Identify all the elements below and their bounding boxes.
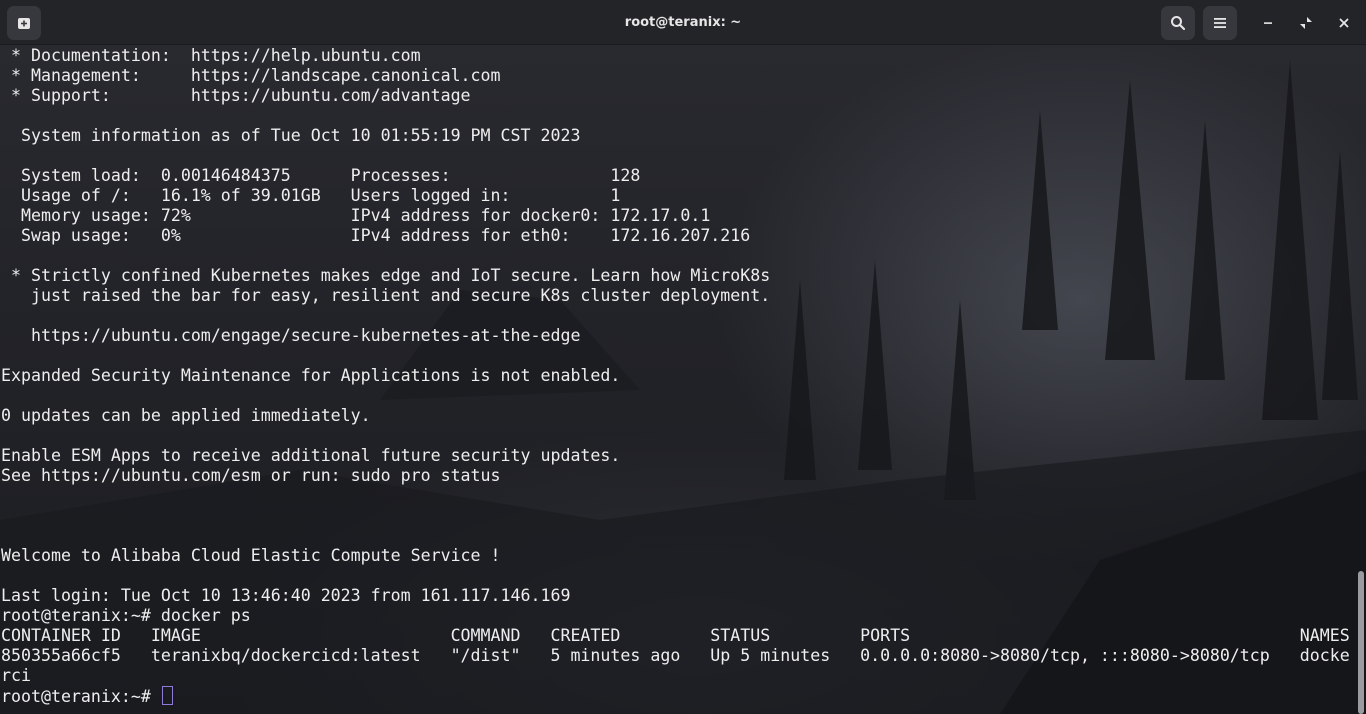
restore-button[interactable] xyxy=(1289,6,1323,40)
minimize-button[interactable] xyxy=(1251,6,1285,40)
menu-button[interactable] xyxy=(1203,6,1237,40)
text-cursor xyxy=(161,686,173,705)
minimize-icon xyxy=(1264,22,1272,24)
shell-prompt: root@teranix:~# xyxy=(1,687,161,706)
hamburger-menu-icon xyxy=(1214,18,1226,28)
search-button[interactable] xyxy=(1161,6,1195,40)
close-button[interactable] xyxy=(1327,6,1361,40)
title-bar: root@teranix: ~ xyxy=(0,0,1366,45)
restore-icon xyxy=(1300,17,1312,29)
new-tab-button[interactable] xyxy=(7,6,41,40)
terminal-output: * Documentation: https://help.ubuntu.com… xyxy=(1,46,1350,685)
scrollbar-thumb[interactable] xyxy=(1358,571,1364,714)
scrollbar[interactable] xyxy=(1358,46,1364,714)
search-icon xyxy=(1171,16,1186,31)
prompt-line[interactable]: root@teranix:~# xyxy=(1,686,173,707)
new-tab-icon xyxy=(18,18,30,29)
close-icon xyxy=(1339,18,1349,28)
terminal-area[interactable]: * Documentation: https://help.ubuntu.com… xyxy=(0,46,1356,714)
terminal-window: root@teranix: ~ * Documentation: https:/… xyxy=(0,0,1366,714)
